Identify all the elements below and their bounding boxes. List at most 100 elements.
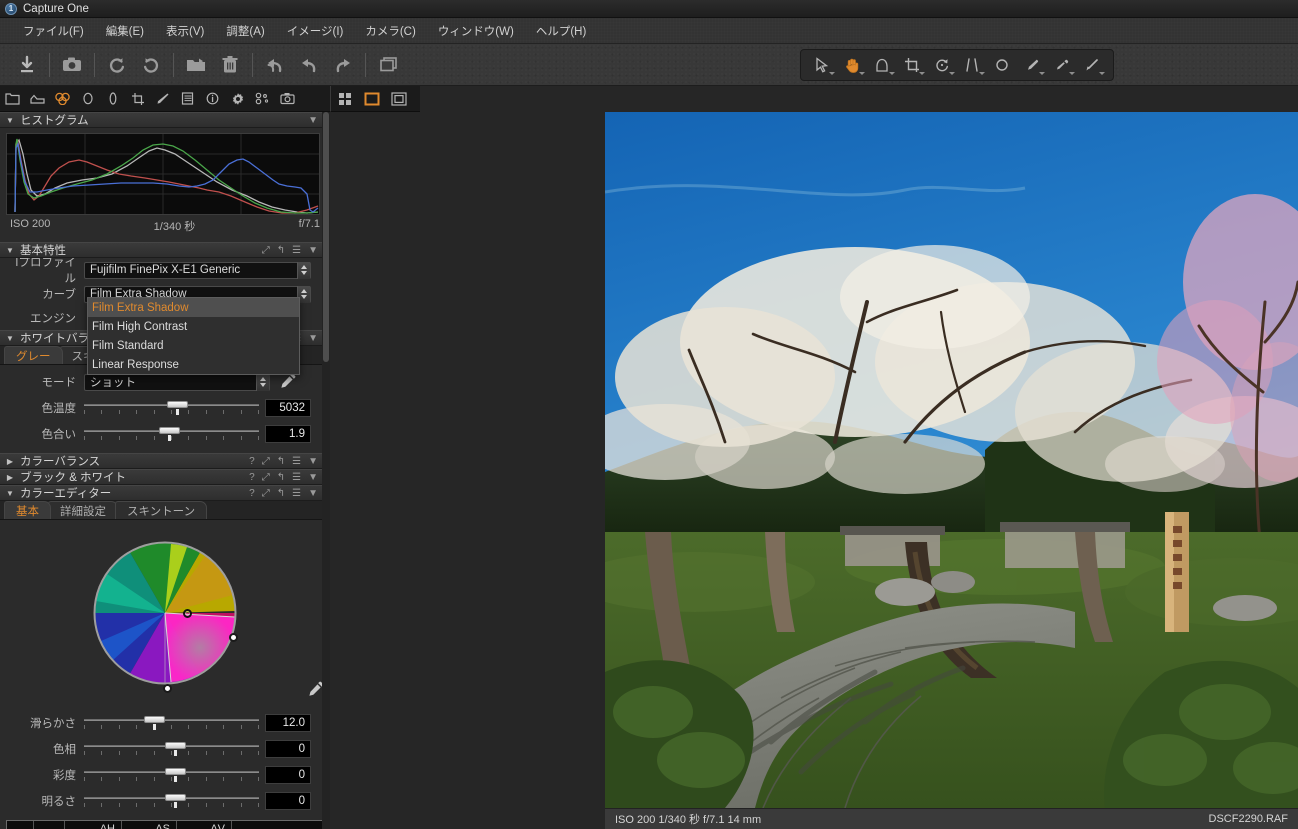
menu-item-file[interactable]: ファイル(F) [12,21,95,41]
help-icon[interactable]: ? [249,456,255,468]
reset-icon[interactable]: ↰ [277,488,285,500]
settings-tab-icon[interactable] [225,86,250,112]
menu-item-image[interactable]: イメージ(I) [276,21,355,41]
menu-icon[interactable]: ☰ [292,488,301,500]
section-header-histogram[interactable]: ▼ ヒストグラム ▼ [0,112,330,128]
rotate-right-icon[interactable] [134,49,168,81]
camera-tab-icon[interactable] [275,86,300,112]
menu-icon[interactable]: ☰ [292,456,301,468]
select-cursor-icon[interactable] [807,51,837,79]
curve-dropdown-list[interactable]: Film Extra Shadow Film High Contrast Fil… [87,297,300,375]
capture-tab-icon[interactable] [25,86,50,112]
menu-item-camera[interactable]: カメラ(C) [354,21,426,41]
collapse-chevron-icon[interactable]: ▼ [308,488,318,500]
section-header-color-editor[interactable]: ▼ カラーエディター ? ⤢ ↰ ☰ ▼ [0,485,330,501]
help-icon[interactable]: ? [249,488,255,500]
details-tab-icon[interactable] [100,86,125,112]
kelvin-value[interactable]: 5032 [265,399,311,417]
dropdown-option-film-extra-shadow[interactable]: Film Extra Shadow [88,298,299,317]
capture-icon[interactable] [55,49,89,81]
rotate-left-icon[interactable] [100,49,134,81]
panel-scrollbar[interactable] [322,112,330,829]
icc-profile-select[interactable]: Fujifilm FinePix X-E1 Generic [84,261,311,279]
saturation-value[interactable]: 0 [265,766,311,784]
spinner-icon[interactable] [256,373,269,391]
smoothness-value[interactable]: 12.0 [265,714,311,732]
collapse-chevron-icon[interactable]: ▼ [308,472,318,484]
tab-basic[interactable]: 基本 [4,501,51,519]
spot-removal-icon[interactable] [987,51,1017,79]
dropdown-option-film-high-contrast[interactable]: Film High Contrast [88,317,299,336]
lightness-slider[interactable] [84,791,259,811]
color-wheel-handle-center[interactable] [183,609,192,618]
metadata-tab-icon[interactable] [175,86,200,112]
color-wheel-handle-hue-min[interactable] [163,684,172,693]
scrollbar-thumb[interactable] [323,112,329,362]
info-tab-icon[interactable] [200,86,225,112]
color-picker-icon[interactable] [1047,51,1077,79]
collapse-chevron-icon[interactable]: ▼ [308,115,318,127]
color-tab-icon[interactable] [50,86,75,112]
rotate-tool-icon[interactable] [927,51,957,79]
lightness-value[interactable]: 0 [265,792,311,810]
section-header-color-balance[interactable]: ▶ カラーバランス ? ⤢ ↰ ☰ ▼ [0,453,330,469]
keystone-icon[interactable] [957,51,987,79]
gradient-mask-icon[interactable] [867,51,897,79]
reset-icon[interactable]: ↰ [277,456,285,468]
undo-all-icon[interactable] [258,49,292,81]
section-header-black-and-white[interactable]: ▶ ブラック & ホワイト ? ⤢ ↰ ☰ ▼ [0,469,330,485]
section-header-base-characteristics[interactable]: ▼ 基本特性 ⤢ ↰ ☰ ▼ [0,242,330,258]
tint-slider[interactable] [84,424,259,444]
dropdown-option-film-standard[interactable]: Film Standard [88,336,299,355]
collapse-chevron-icon[interactable]: ▼ [308,456,318,468]
saturation-slider[interactable] [84,765,259,785]
tab-gray[interactable]: グレー [4,346,63,364]
photo-preview[interactable] [605,112,1298,808]
color-wheel[interactable] [84,532,246,694]
copy-apply-icon[interactable] [371,49,405,81]
wb-mode-select[interactable]: ショット [84,373,270,391]
delete-icon[interactable] [213,49,247,81]
adjustments-tab-icon[interactable] [250,86,275,112]
reset-icon[interactable]: ↰ [277,472,285,484]
draw-mask-icon[interactable] [1017,51,1047,79]
eyedropper-icon[interactable] [278,372,297,392]
expand-icon[interactable]: ⤢ [262,245,270,257]
expand-icon[interactable]: ⤢ [262,488,270,500]
tab-skin-tone[interactable]: スキントーン [115,501,208,519]
lens-tab-icon[interactable] [150,86,175,112]
hue-value[interactable]: 0 [265,740,311,758]
smoothness-slider[interactable] [84,713,259,733]
grid-view-icon[interactable] [331,86,358,112]
pan-hand-icon[interactable] [837,51,867,79]
image-viewer[interactable]: ISO 200 1/340 秒 f/7.1 14 mm DSCF2290.RAF [330,112,1298,829]
menu-icon[interactable]: ☰ [292,245,301,257]
menu-icon[interactable]: ☰ [292,472,301,484]
tint-value[interactable]: 1.9 [265,425,311,443]
menu-item-view[interactable]: 表示(V) [155,21,215,41]
undo-icon[interactable] [292,49,326,81]
collapse-chevron-icon[interactable]: ▼ [308,245,318,257]
menu-item-adjust[interactable]: 調整(A) [215,21,275,41]
crop-icon[interactable] [897,51,927,79]
single-view-icon[interactable] [358,86,385,112]
import-icon[interactable] [10,49,44,81]
move-to-folder-icon[interactable] [179,49,213,81]
expand-icon[interactable]: ⤢ [262,472,270,484]
hue-slider[interactable] [84,739,259,759]
spinner-icon[interactable] [297,261,310,279]
collapse-chevron-icon[interactable]: ▼ [308,333,318,345]
composition-tab-icon[interactable] [125,86,150,112]
menu-item-window[interactable]: ウィンドウ(W) [427,21,525,41]
library-tab-icon[interactable] [0,86,25,112]
menu-item-edit[interactable]: 編集(E) [95,21,155,41]
expand-icon[interactable]: ⤢ [262,456,270,468]
exposure-tab-icon[interactable] [75,86,100,112]
reset-icon[interactable]: ↰ [277,245,285,257]
white-balance-picker-icon[interactable] [1077,51,1107,79]
help-icon[interactable]: ? [249,472,255,484]
dropdown-option-linear-response[interactable]: Linear Response [88,355,299,374]
tab-advanced[interactable]: 詳細設定 [48,501,118,519]
redo-icon[interactable] [326,49,360,81]
kelvin-slider[interactable] [84,398,259,418]
